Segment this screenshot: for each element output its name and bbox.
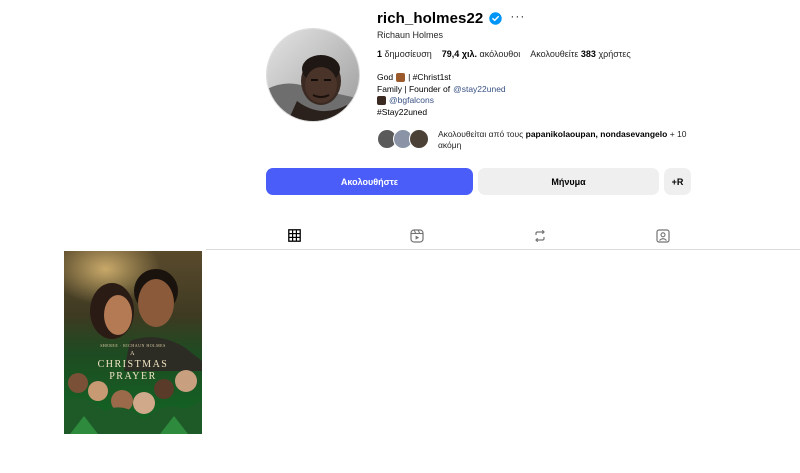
followers-label: ακόλουθοι [479,49,521,59]
posts-count: 1 [377,49,383,59]
post-thumbnail[interactable]: SHEREE · RICHAUN HOLMES A CHRISTMAS PRAY… [64,251,202,434]
tab-reposts[interactable] [520,226,560,250]
following-suffix: χρήστες [598,49,631,59]
bio-text: Family | Founder of [377,83,451,94]
praying-emoji-icon [396,73,406,83]
message-button[interactable]: Μήνυμα [478,168,659,195]
post-title-line2: CHRISTMAS [97,359,169,370]
full-name: Richaun Holmes [377,30,444,40]
followed-by-prefix: Ακολουθείται από τους [438,129,524,139]
bio-text: God [377,72,394,82]
mutual-avatars [377,129,433,149]
more-options-icon[interactable]: ··· [510,10,525,25]
followed-by-names: papanikolaoupan, nondasevangelo [525,129,668,139]
bio-line: God | #Christ1st [377,72,506,84]
followers-stat[interactable]: 79,4 χιλ. ακόλουθοι [442,49,520,59]
username-row: rich_holmes22 ··· [377,8,525,28]
profile-bio: God | #Christ1st Family | Founder of @st… [377,72,506,118]
post-title-line3: PRAYER [109,371,157,382]
tagged-icon [656,229,670,248]
bio-hashtag[interactable]: #Stay22uned [377,107,427,119]
profile-stats: 1 δημοσίευση 79,4 χιλ. ακόλουθοι Ακολουθ… [377,49,631,59]
tab-reels[interactable] [397,226,437,250]
post-tagline: SHEREE · RICHAUN HOLMES [100,343,166,348]
posts-label: δημοσίευση [384,49,432,59]
following-count: 383 [580,49,596,59]
verified-badge-icon [489,11,503,25]
bio-line: Family | Founder of @stay22uned [377,84,506,96]
mutual-avatar [409,129,429,149]
tab-posts[interactable] [274,226,314,250]
bio-text: | #Christ1st [408,72,451,82]
suggested-users-button[interactable]: +R [664,168,691,195]
bio-line: #Stay22uned [377,107,506,119]
follow-button[interactable]: Ακολουθήστε [266,168,473,195]
grid-icon [287,229,301,247]
bio-line: @bgfalcons [377,95,506,107]
bio-link-stay22uned[interactable]: @stay22uned [453,84,506,96]
followed-by[interactable]: Ακολουθείται από τους papanikolaoupan, n… [377,129,698,151]
posts-stat: 1 δημοσίευση [377,49,432,59]
post-title-line1: A [130,351,136,357]
followers-count: 79,4 χιλ. [441,49,478,59]
reels-icon [410,229,424,248]
tabs-divider [206,249,800,250]
following-stat[interactable]: Ακολουθείτε 383 χρήστες [530,49,630,59]
bg-emoji-icon [377,96,386,106]
reposts-icon [533,229,547,248]
tab-tagged[interactable] [643,226,683,250]
bio-link-bgfalcons[interactable]: @bgfalcons [389,95,434,107]
following-prefix: Ακολουθείτε [530,49,579,59]
profile-avatar[interactable] [266,28,360,122]
username: rich_holmes22 [377,9,484,27]
followed-by-text: Ακολουθείται από τους papanikolaoupan, n… [438,129,698,151]
